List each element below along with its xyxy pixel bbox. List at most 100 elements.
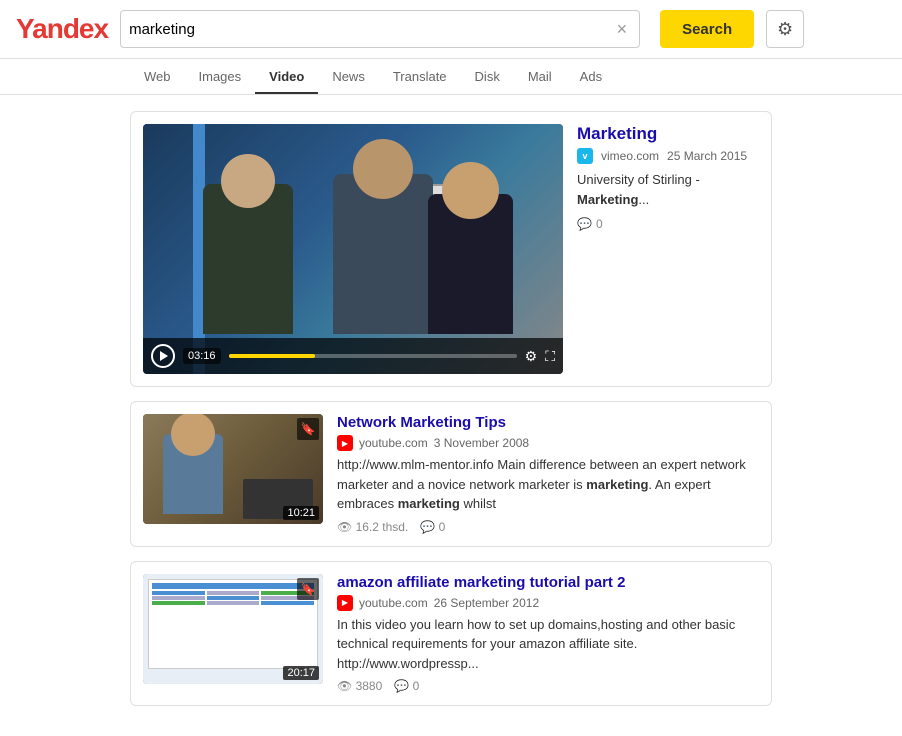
views-count-1: 16.2 thsd. xyxy=(356,520,409,534)
desc-text-2: In this video you learn how to set up do… xyxy=(337,617,735,671)
duration-2: 20:17 xyxy=(283,666,319,680)
progress-fill xyxy=(229,354,315,358)
header: Yandex marketing × Search ⚙ xyxy=(0,0,902,59)
featured-title[interactable]: Marketing xyxy=(577,124,759,144)
desc-2: In this video you learn how to set up do… xyxy=(337,615,759,674)
nav-item-video[interactable]: Video xyxy=(255,59,318,94)
title-bold-1: Marketing xyxy=(400,414,471,431)
meta-line-1: ▶ youtube.com 3 November 2008 xyxy=(337,435,759,451)
cell-2 xyxy=(207,591,260,595)
views-2: 3880 xyxy=(337,679,382,693)
title-bold-2: marketing xyxy=(454,574,526,591)
nav-item-images[interactable]: Images xyxy=(185,59,256,94)
settings-icon[interactable]: ⚙ xyxy=(525,348,538,365)
title-suffix-2: tutorial part 2 xyxy=(525,574,625,591)
date-2: 26 September 2012 xyxy=(434,596,539,610)
card-info-2: amazon affiliate marketing tutorial part… xyxy=(337,574,759,694)
comment-icon xyxy=(577,217,592,231)
duration-1: 10:21 xyxy=(283,506,319,520)
cell-9 xyxy=(261,601,314,605)
title-prefix-1: Network xyxy=(337,414,400,431)
nav-item-ads[interactable]: Ads xyxy=(566,59,616,94)
logo-accent: Y xyxy=(16,13,32,44)
youtube-icon-2: ▶ xyxy=(337,595,353,611)
thumb-1[interactable]: 🔖 10:21 xyxy=(143,414,323,524)
vimeo-icon: v xyxy=(577,148,593,164)
featured-comments: 0 xyxy=(577,217,759,231)
fullscreen-icon[interactable]: ⛶ xyxy=(545,348,555,365)
cell-8 xyxy=(207,601,260,605)
nav-item-web[interactable]: Web xyxy=(130,59,185,94)
comment-val-1: 0 xyxy=(439,520,446,534)
featured-source-line: v vimeo.com 25 March 2015 xyxy=(577,148,759,164)
cell-4 xyxy=(152,596,205,600)
featured-info: Marketing v vimeo.com 25 March 2015 Univ… xyxy=(577,124,759,231)
video-controls: 03:16 ⚙ ⛶ xyxy=(143,338,563,374)
save-icon-2[interactable]: 🔖 xyxy=(297,578,319,600)
person1-figure xyxy=(203,184,293,334)
desc-bold-1b: marketing xyxy=(398,496,460,511)
stats-line-1: 16.2 thsd. 0 xyxy=(337,520,759,534)
comment-val-2: 0 xyxy=(413,679,420,693)
search-button[interactable]: Search xyxy=(660,10,754,48)
eye-icon-1 xyxy=(337,520,352,534)
youtube-icon-1: ▶ xyxy=(337,435,353,451)
progress-bar[interactable] xyxy=(229,354,517,358)
cell-1 xyxy=(152,591,205,595)
source-1: youtube.com xyxy=(359,436,428,450)
meta-line-2: ▶ youtube.com 26 September 2012 xyxy=(337,595,759,611)
stats-line-2: 3880 0 xyxy=(337,679,759,693)
logo-text: andex xyxy=(32,13,108,44)
nav-item-disk[interactable]: Disk xyxy=(461,59,514,94)
cell-7 xyxy=(152,601,205,605)
cell-5 xyxy=(207,596,260,600)
thumb-person-1 xyxy=(163,434,223,514)
eye-icon-2 xyxy=(337,679,352,693)
search-bar: marketing × xyxy=(120,10,640,48)
desc-suffix: ... xyxy=(638,192,649,207)
video-scene xyxy=(143,124,563,374)
date-1: 3 November 2008 xyxy=(434,436,529,450)
screen-row-3 xyxy=(152,601,314,605)
search-input[interactable]: marketing xyxy=(129,21,612,38)
nav: Web Images Video News Translate Disk Mai… xyxy=(0,59,902,95)
filter-button[interactable]: ⚙ xyxy=(766,10,804,48)
desc-bold: Marketing xyxy=(577,192,638,207)
featured-video[interactable]: 03:16 ⚙ ⛶ xyxy=(143,124,563,374)
source-2: youtube.com xyxy=(359,596,428,610)
comment-icon-1 xyxy=(420,520,435,534)
result-1: 🔖 10:21 Network Marketing Tips ▶ youtube… xyxy=(130,401,772,547)
title-prefix-2: amazon affiliate xyxy=(337,574,454,591)
clear-button[interactable]: × xyxy=(613,20,632,38)
nav-item-translate[interactable]: Translate xyxy=(379,59,461,94)
person2-figure xyxy=(333,174,433,334)
desc-1: http://www.mlm-mentor.info Main differen… xyxy=(337,455,759,514)
desc-end-1: whilst xyxy=(460,496,496,511)
screen-content-2 xyxy=(148,579,318,669)
thumb-2[interactable]: 🔖 20:17 xyxy=(143,574,323,684)
play-button[interactable] xyxy=(151,344,175,368)
main-content: 03:16 ⚙ ⛶ Marketing v vimeo.com 25 March… xyxy=(0,95,902,736)
featured-source: vimeo.com xyxy=(601,149,659,163)
title-suffix-1: Tips xyxy=(471,414,506,431)
featured-result: 03:16 ⚙ ⛶ Marketing v vimeo.com 25 March… xyxy=(130,111,772,387)
screen-bar-2 xyxy=(152,583,314,589)
screen-row-1 xyxy=(152,591,314,595)
desc-bold-1a: marketing xyxy=(586,477,648,492)
logo[interactable]: Yandex xyxy=(16,13,108,45)
comments-1: 0 xyxy=(420,520,445,534)
nav-item-mail[interactable]: Mail xyxy=(514,59,566,94)
comments-2: 0 xyxy=(394,679,419,693)
result-2: 🔖 20:17 amazon affiliate marketing tutor… xyxy=(130,561,772,707)
featured-date: 25 March 2015 xyxy=(667,149,747,163)
result-title-2[interactable]: amazon affiliate marketing tutorial part… xyxy=(337,574,759,591)
save-icon-1[interactable]: 🔖 xyxy=(297,418,319,440)
comment-count-value: 0 xyxy=(596,217,603,231)
featured-description: University of Stirling - Marketing... xyxy=(577,170,759,209)
views-count-2: 3880 xyxy=(356,679,383,693)
nav-item-news[interactable]: News xyxy=(318,59,379,94)
screen-row-2 xyxy=(152,596,314,600)
result-title-1[interactable]: Network Marketing Tips xyxy=(337,414,759,431)
comment-icon-2 xyxy=(394,679,409,693)
card-info-1: Network Marketing Tips ▶ youtube.com 3 N… xyxy=(337,414,759,534)
